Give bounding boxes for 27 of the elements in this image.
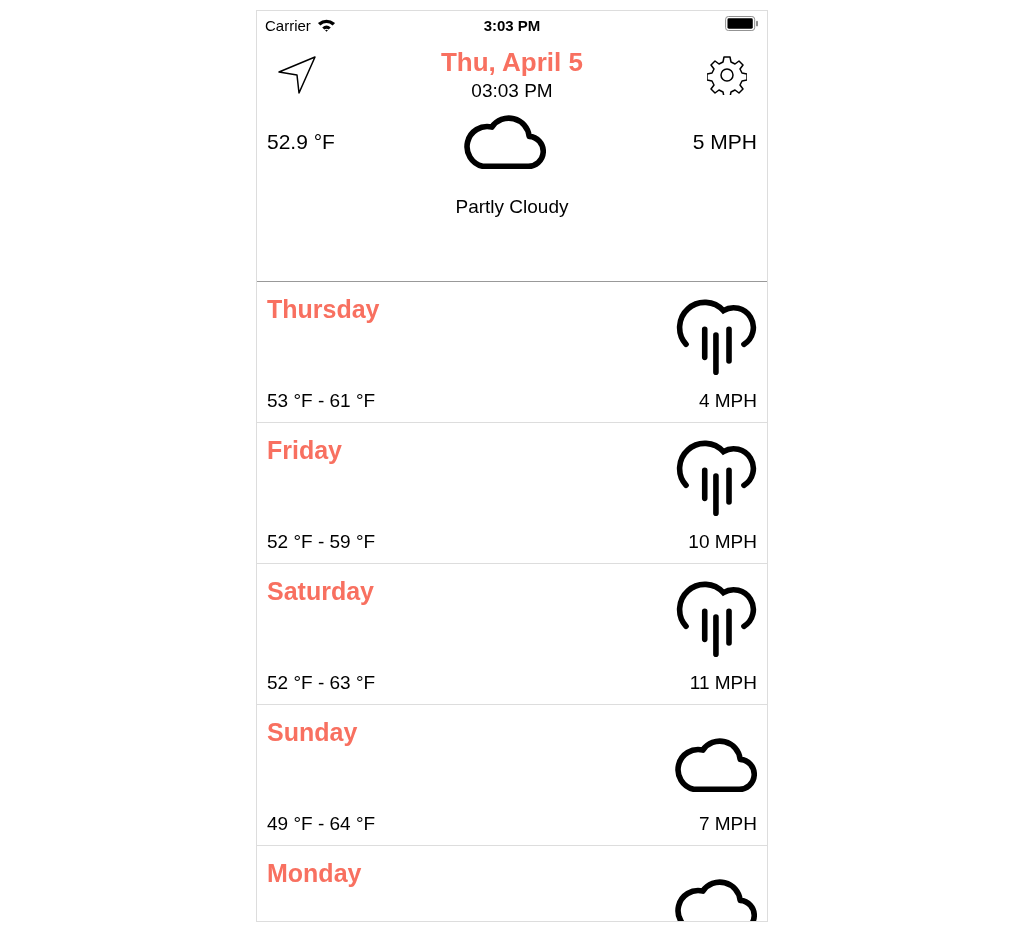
cloud-icon (673, 876, 757, 921)
weather-condition: Partly Cloudy (454, 196, 570, 218)
wind-speed: 11 MPH (689, 672, 757, 694)
battery-icon (725, 16, 759, 31)
temperature-range: 52 °F - 59 °F (267, 531, 376, 553)
day-name: Sunday (267, 718, 358, 747)
day-name: Friday (267, 436, 343, 465)
cloud-icon (461, 112, 546, 172)
wifi-icon (316, 18, 336, 32)
wind-speed: 4 MPH (698, 390, 757, 412)
current-temperature: 52.9 °F (267, 130, 335, 154)
location-arrow-icon[interactable] (277, 54, 317, 95)
wind-speed: 7 MPH (698, 813, 757, 835)
temperature-range: 53 °F - 61 °F (267, 390, 376, 412)
day-name: Saturday (267, 577, 374, 606)
cloud-icon (673, 735, 757, 795)
wind-speed: 10 MPH (688, 531, 757, 553)
carrier-name: Carrier (265, 16, 311, 34)
current-wind: 5 MPH (692, 130, 757, 154)
current-time: 03:03 PM (471, 80, 553, 102)
status-time: 3:03 PM (483, 16, 541, 34)
settings-icon[interactable] (707, 54, 747, 95)
day-name: Thursday (267, 295, 380, 324)
day-name: Monday (267, 859, 362, 888)
temperature-range: 52 °F - 63 °F (267, 672, 376, 694)
temperature-range: 49 °F - 64 °F (267, 813, 376, 835)
date-title: Thu, April 5 (440, 47, 583, 78)
